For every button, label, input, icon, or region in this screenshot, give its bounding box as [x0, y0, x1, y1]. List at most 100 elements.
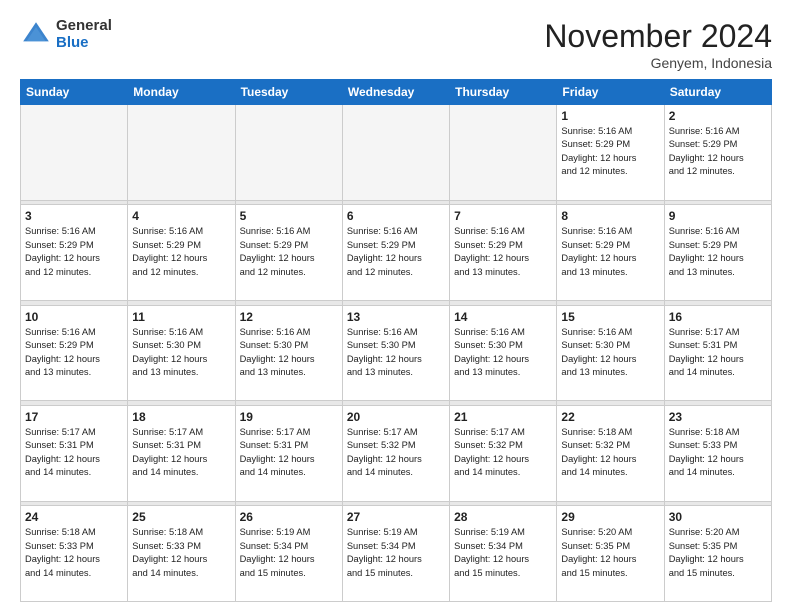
day-info: Sunrise: 5:16 AM Sunset: 5:29 PM Dayligh…: [561, 225, 659, 279]
day-info: Sunrise: 5:17 AM Sunset: 5:32 PM Dayligh…: [454, 426, 552, 480]
calendar-cell: 18 Sunrise: 5:17 AM Sunset: 5:31 PM Dayli…: [128, 405, 235, 501]
calendar-cell: 8 Sunrise: 5:16 AM Sunset: 5:29 PM Daylig…: [557, 205, 664, 301]
weekday-header-wednesday: Wednesday: [342, 80, 449, 105]
day-number: 14: [454, 310, 552, 324]
weekday-header-friday: Friday: [557, 80, 664, 105]
calendar-cell: 5 Sunrise: 5:16 AM Sunset: 5:29 PM Daylig…: [235, 205, 342, 301]
day-number: 20: [347, 410, 445, 424]
weekday-header-monday: Monday: [128, 80, 235, 105]
day-info: Sunrise: 5:16 AM Sunset: 5:29 PM Dayligh…: [240, 225, 338, 279]
logo-blue-text: Blue: [56, 35, 112, 52]
week-row-5: 24 Sunrise: 5:18 AM Sunset: 5:33 PM Dayli…: [21, 506, 772, 602]
day-info: Sunrise: 5:17 AM Sunset: 5:31 PM Dayligh…: [132, 426, 230, 480]
calendar-cell: [21, 105, 128, 201]
calendar-cell: 1 Sunrise: 5:16 AM Sunset: 5:29 PM Daylig…: [557, 105, 664, 201]
day-number: 25: [132, 510, 230, 524]
day-info: Sunrise: 5:19 AM Sunset: 5:34 PM Dayligh…: [347, 526, 445, 580]
calendar-cell: [235, 105, 342, 201]
day-number: 29: [561, 510, 659, 524]
day-number: 2: [669, 109, 767, 123]
calendar-cell: 28Sunrise: 5:19 AM Sunset: 5:34 PM Dayli…: [450, 506, 557, 602]
calendar-cell: 27 Sunrise: 5:19 AM Sunset: 5:34 PM Dayli…: [342, 506, 449, 602]
month-title: November 2024: [544, 18, 772, 55]
day-info: Sunrise: 5:17 AM Sunset: 5:32 PM Dayligh…: [347, 426, 445, 480]
day-info: Sunrise: 5:16 AM Sunset: 5:29 PM Dayligh…: [561, 125, 659, 179]
calendar-cell: 7 Sunrise: 5:16 AM Sunset: 5:29 PM Daylig…: [450, 205, 557, 301]
day-info: Sunrise: 5:17 AM Sunset: 5:31 PM Dayligh…: [240, 426, 338, 480]
day-info: Sunrise: 5:19 AM Sunset: 5:34 PM Dayligh…: [240, 526, 338, 580]
day-number: 17: [25, 410, 123, 424]
calendar-cell: 11Sunrise: 5:16 AM Sunset: 5:30 PM Dayli…: [128, 305, 235, 401]
day-number: 6: [347, 209, 445, 223]
day-number: 7: [454, 209, 552, 223]
calendar-cell: 6 Sunrise: 5:16 AM Sunset: 5:29 PM Daylig…: [342, 205, 449, 301]
day-info: Sunrise: 5:20 AM Sunset: 5:35 PM Dayligh…: [669, 526, 767, 580]
calendar-cell: 19 Sunrise: 5:17 AM Sunset: 5:31 PM Dayli…: [235, 405, 342, 501]
calendar-cell: 20 Sunrise: 5:17 AM Sunset: 5:32 PM Dayli…: [342, 405, 449, 501]
logo-icon: [20, 19, 52, 51]
day-info: Sunrise: 5:17 AM Sunset: 5:31 PM Dayligh…: [25, 426, 123, 480]
calendar-cell: [342, 105, 449, 201]
calendar-cell: 24 Sunrise: 5:18 AM Sunset: 5:33 PM Dayli…: [21, 506, 128, 602]
week-row-1: 1 Sunrise: 5:16 AM Sunset: 5:29 PM Daylig…: [21, 105, 772, 201]
calendar-cell: 2Sunrise: 5:16 AM Sunset: 5:29 PM Daylig…: [664, 105, 771, 201]
day-info: Sunrise: 5:18 AM Sunset: 5:32 PM Dayligh…: [561, 426, 659, 480]
day-number: 3: [25, 209, 123, 223]
day-info: Sunrise: 5:16 AM Sunset: 5:30 PM Dayligh…: [561, 326, 659, 380]
day-info: Sunrise: 5:16 AM Sunset: 5:30 PM Dayligh…: [240, 326, 338, 380]
day-info: Sunrise: 5:18 AM Sunset: 5:33 PM Dayligh…: [25, 526, 123, 580]
calendar-cell: 9 Sunrise: 5:16 AM Sunset: 5:29 PM Daylig…: [664, 205, 771, 301]
weekday-header-tuesday: Tuesday: [235, 80, 342, 105]
day-info: Sunrise: 5:17 AM Sunset: 5:31 PM Dayligh…: [669, 326, 767, 380]
day-number: 23: [669, 410, 767, 424]
day-number: 22: [561, 410, 659, 424]
calendar-cell: 4Sunrise: 5:16 AM Sunset: 5:29 PM Daylig…: [128, 205, 235, 301]
day-info: Sunrise: 5:18 AM Sunset: 5:33 PM Dayligh…: [132, 526, 230, 580]
day-number: 1: [561, 109, 659, 123]
day-info: Sunrise: 5:16 AM Sunset: 5:30 PM Dayligh…: [454, 326, 552, 380]
day-number: 9: [669, 209, 767, 223]
calendar-cell: 15Sunrise: 5:16 AM Sunset: 5:30 PM Dayli…: [557, 305, 664, 401]
day-number: 4: [132, 209, 230, 223]
weekday-header-row: SundayMondayTuesdayWednesdayThursdayFrid…: [21, 80, 772, 105]
logo-text: General Blue: [56, 18, 112, 51]
day-number: 16: [669, 310, 767, 324]
day-number: 5: [240, 209, 338, 223]
weekday-header-sunday: Sunday: [21, 80, 128, 105]
day-number: 12: [240, 310, 338, 324]
calendar-cell: [128, 105, 235, 201]
calendar-cell: 10Sunrise: 5:16 AM Sunset: 5:29 PM Dayli…: [21, 305, 128, 401]
page: General Blue November 2024 Genyem, Indon…: [0, 0, 792, 612]
logo: General Blue: [20, 18, 112, 51]
day-number: 26: [240, 510, 338, 524]
day-number: 21: [454, 410, 552, 424]
calendar-cell: 17 Sunrise: 5:17 AM Sunset: 5:31 PM Dayli…: [21, 405, 128, 501]
calendar-cell: 12 Sunrise: 5:16 AM Sunset: 5:30 PM Dayli…: [235, 305, 342, 401]
calendar-cell: [450, 105, 557, 201]
day-info: Sunrise: 5:16 AM Sunset: 5:29 PM Dayligh…: [347, 225, 445, 279]
calendar-cell: 25 Sunrise: 5:18 AM Sunset: 5:33 PM Dayli…: [128, 506, 235, 602]
day-info: Sunrise: 5:16 AM Sunset: 5:29 PM Dayligh…: [25, 225, 123, 279]
day-info: Sunrise: 5:16 AM Sunset: 5:29 PM Dayligh…: [454, 225, 552, 279]
week-row-2: 3 Sunrise: 5:16 AM Sunset: 5:29 PM Daylig…: [21, 205, 772, 301]
day-info: Sunrise: 5:16 AM Sunset: 5:30 PM Dayligh…: [347, 326, 445, 380]
day-number: 24: [25, 510, 123, 524]
title-section: November 2024 Genyem, Indonesia: [544, 18, 772, 71]
day-number: 13: [347, 310, 445, 324]
calendar-cell: 23Sunrise: 5:18 AM Sunset: 5:33 PM Dayli…: [664, 405, 771, 501]
header: General Blue November 2024 Genyem, Indon…: [20, 18, 772, 71]
calendar-cell: 30Sunrise: 5:20 AM Sunset: 5:35 PM Dayli…: [664, 506, 771, 602]
day-number: 19: [240, 410, 338, 424]
week-row-4: 17 Sunrise: 5:17 AM Sunset: 5:31 PM Dayli…: [21, 405, 772, 501]
calendar-cell: 22 Sunrise: 5:18 AM Sunset: 5:32 PM Dayli…: [557, 405, 664, 501]
calendar-cell: 21 Sunrise: 5:17 AM Sunset: 5:32 PM Dayli…: [450, 405, 557, 501]
calendar-cell: 26 Sunrise: 5:19 AM Sunset: 5:34 PM Dayli…: [235, 506, 342, 602]
day-info: Sunrise: 5:16 AM Sunset: 5:29 PM Dayligh…: [669, 225, 767, 279]
day-number: 28: [454, 510, 552, 524]
day-number: 27: [347, 510, 445, 524]
day-number: 11: [132, 310, 230, 324]
weekday-header-saturday: Saturday: [664, 80, 771, 105]
day-number: 8: [561, 209, 659, 223]
day-number: 18: [132, 410, 230, 424]
calendar-cell: 16 Sunrise: 5:17 AM Sunset: 5:31 PM Dayli…: [664, 305, 771, 401]
